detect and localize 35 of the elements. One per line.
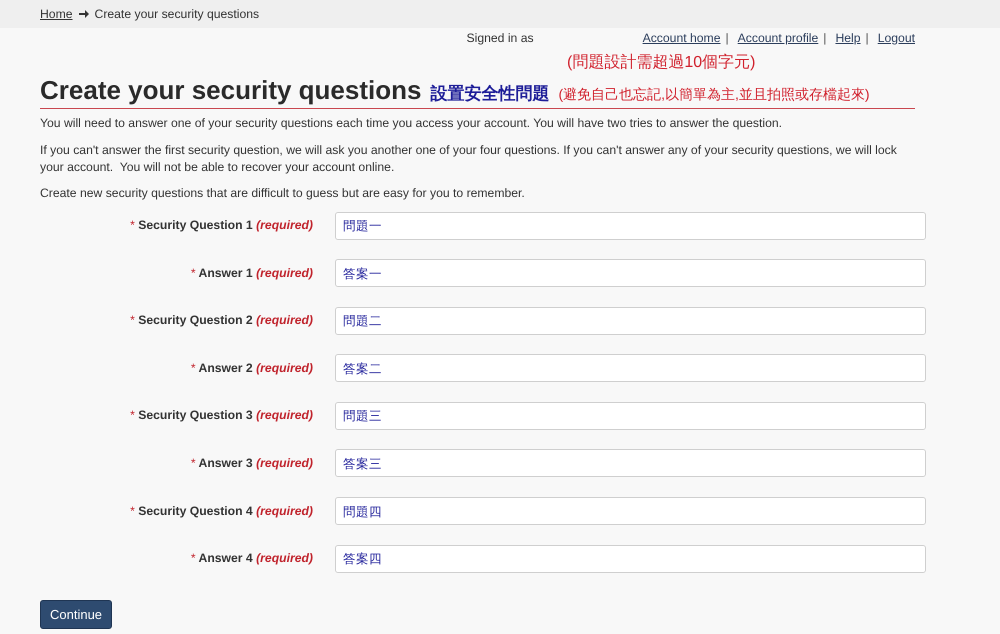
- annotation-note: (問題設計需超過10個字元): [567, 53, 756, 73]
- field-label: * Security Question 3 (required): [129, 407, 313, 424]
- breadcrumb-link[interactable]: Home: [40, 6, 73, 22]
- link-separator: |: [726, 30, 729, 46]
- text-input[interactable]: 答案一: [335, 259, 926, 288]
- annotation-note: (避免自己也忘記,以簡單為主,並且拍照或存檔起來): [558, 86, 870, 103]
- text-input[interactable]: 答案四: [335, 544, 926, 573]
- page-title: Create your security questions: [40, 74, 422, 107]
- title-translation: 設置安全性問題: [430, 85, 550, 102]
- signed-in-text: Signed in as: [466, 30, 534, 46]
- account-link[interactable]: Help: [835, 30, 861, 46]
- field-label: * Security Question 1 (required): [129, 217, 313, 234]
- link-separator: |: [823, 30, 826, 46]
- field-label: * Security Question 4 (required): [129, 502, 313, 520]
- field-label: * Answer 2 (required): [190, 360, 313, 377]
- field-label: * Answer 1 (required): [190, 264, 313, 282]
- text-input[interactable]: 答案三: [335, 449, 926, 478]
- field-label: * Answer 4 (required): [190, 550, 313, 568]
- account-link[interactable]: Account profile: [738, 30, 818, 46]
- link-separator: |: [866, 30, 869, 46]
- text-input[interactable]: 問題四: [335, 497, 926, 526]
- intro-text: You will need to answer one of your security questions each time you access your account. You will have two tries to answer the question.: [40, 115, 784, 132]
- account-link[interactable]: Account home: [642, 30, 720, 46]
- intro-text: If you can't answer the first security question, we will ask you another one of your four questions. If you can't answer any of your security questions, we will lock your account. You will not be able to recover your account online.: [40, 142, 898, 176]
- field-label: * Security Question 2 (required): [129, 312, 313, 330]
- breadcrumb-current: Create your security questions: [94, 6, 260, 22]
- text-input[interactable]: 問題三: [335, 402, 926, 430]
- intro-text: Create new security questions that are difficult to guess but are easy for you to remember.: [40, 185, 526, 202]
- field-label: * Answer 3 (required): [190, 454, 313, 472]
- continue-button[interactable]: Continue: [40, 600, 112, 630]
- text-input[interactable]: 答案二: [335, 354, 926, 382]
- arrow-icon: [78, 10, 89, 18]
- text-input[interactable]: 問題二: [335, 306, 926, 335]
- account-link[interactable]: Logout: [878, 30, 915, 46]
- text-input[interactable]: 問題一: [335, 212, 926, 240]
